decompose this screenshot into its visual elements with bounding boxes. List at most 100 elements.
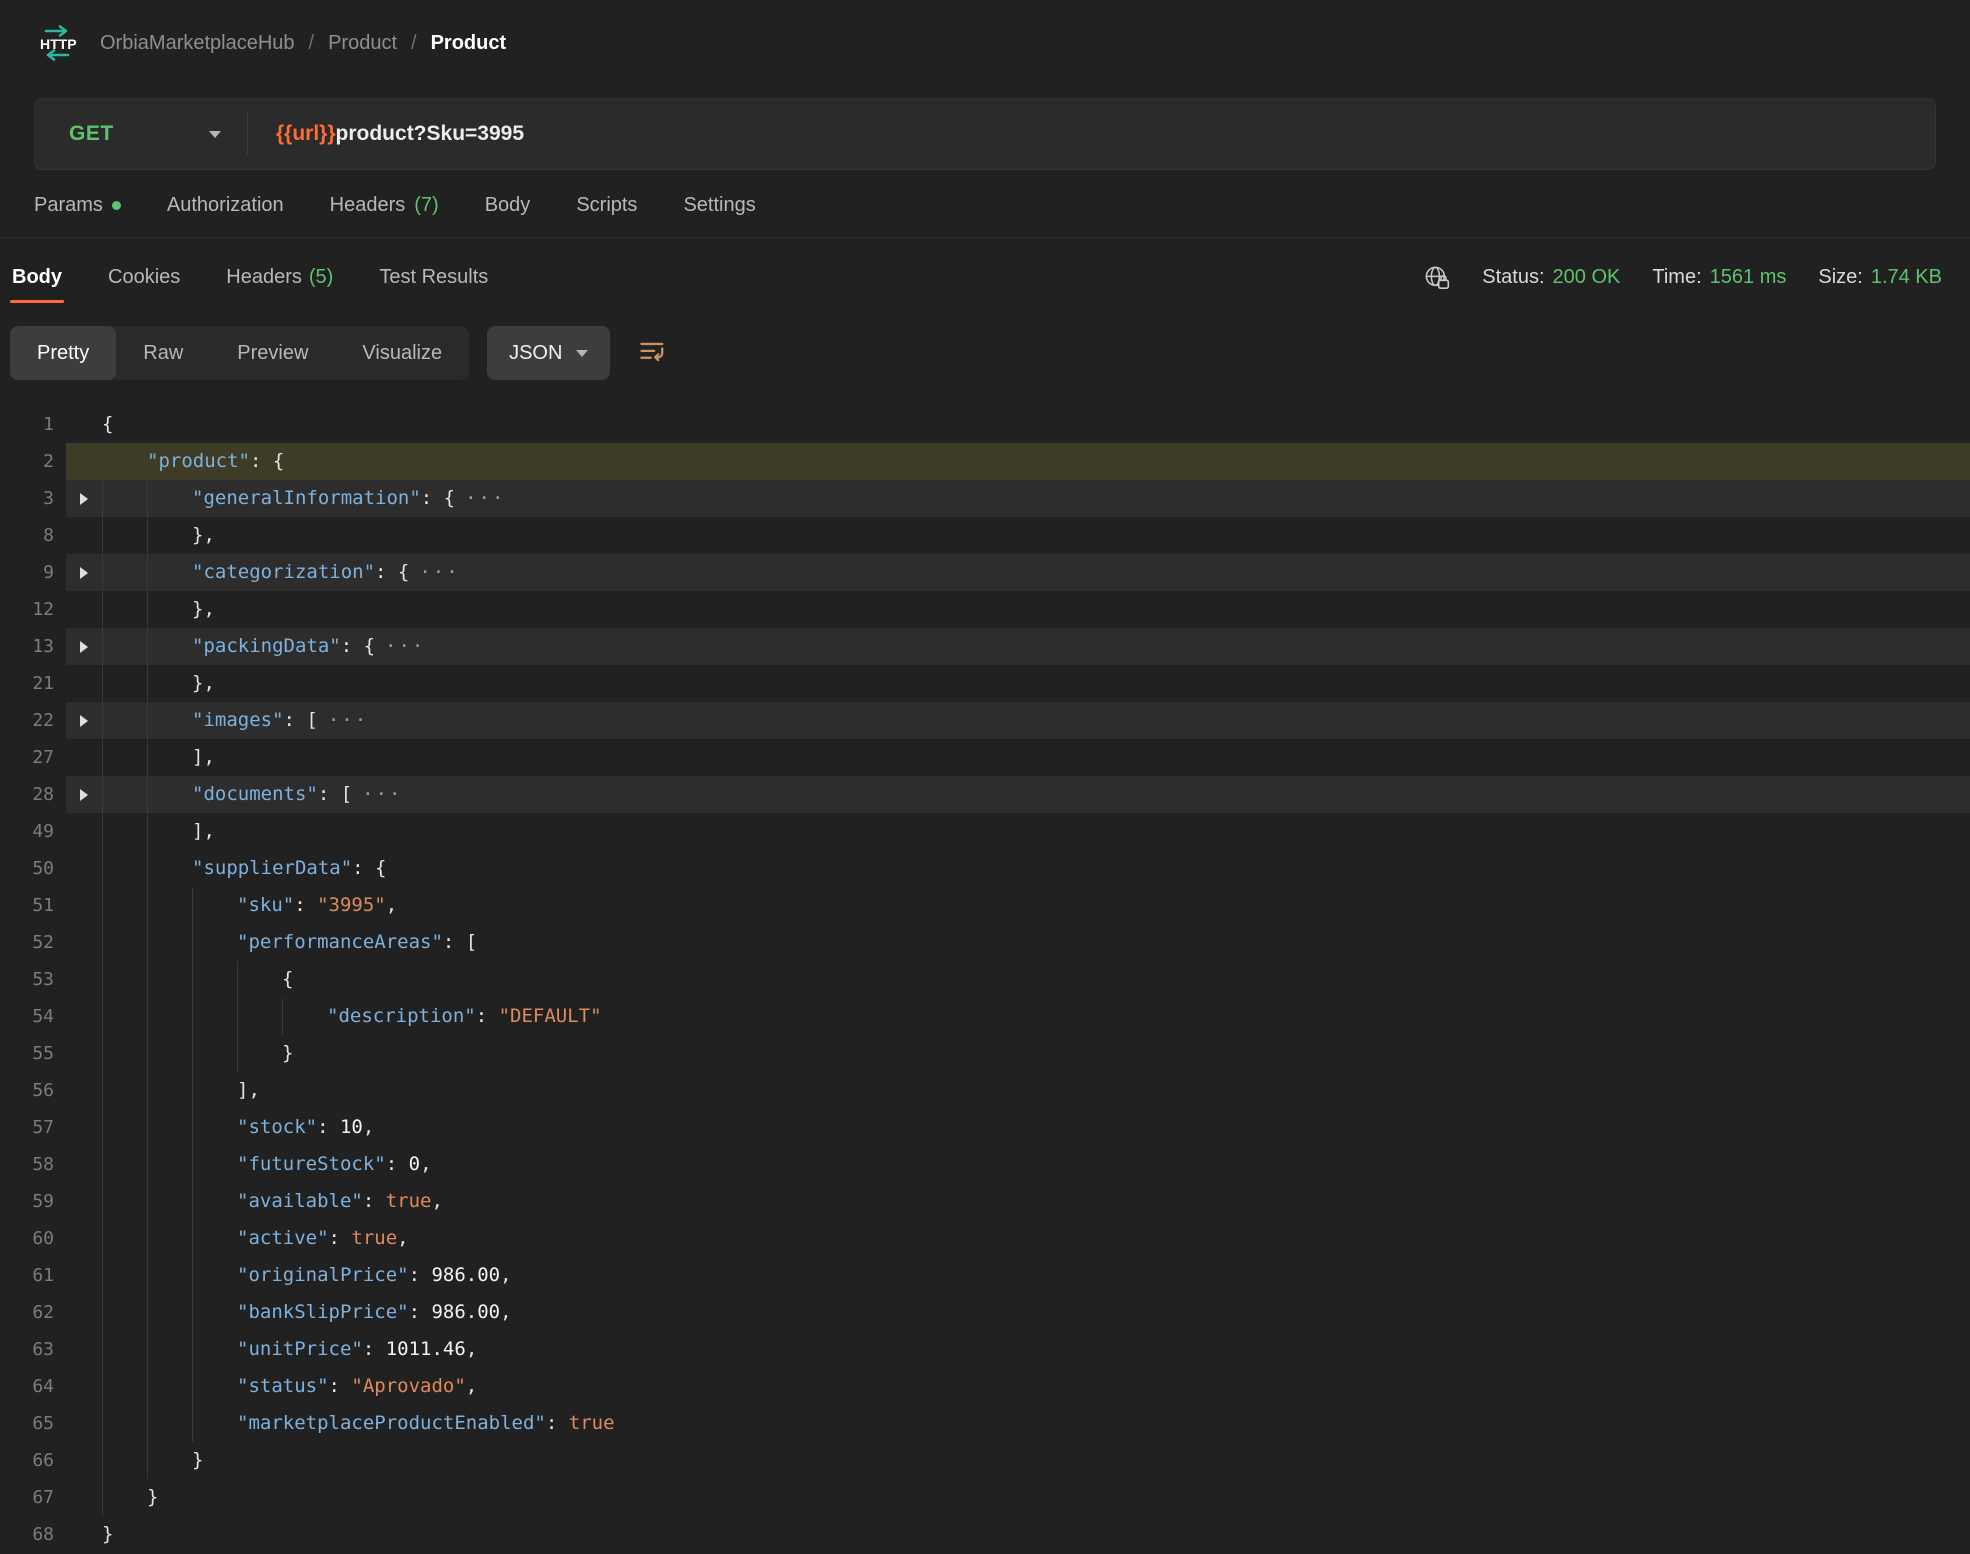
- response-time[interactable]: Time: 1561 ms: [1652, 266, 1786, 289]
- json-token: {: [102, 413, 113, 435]
- view-mode-preview[interactable]: Preview: [210, 326, 335, 380]
- json-token: ,: [466, 1375, 477, 1397]
- indent-guide: [147, 517, 192, 554]
- code-line: 51"sku": "3995",: [0, 887, 1970, 924]
- tab-settings[interactable]: Settings: [683, 194, 755, 217]
- tab-headers[interactable]: Headers (7): [330, 194, 439, 217]
- code-text: "images": [···: [102, 702, 368, 739]
- response-tab-body[interactable]: Body: [10, 248, 64, 307]
- json-token: :: [363, 1338, 386, 1360]
- json-token: ,: [466, 1338, 477, 1360]
- fold-gutter: [66, 1220, 102, 1257]
- indent-guide: [102, 1257, 147, 1294]
- fold-toggle-icon[interactable]: [66, 702, 102, 739]
- line-number: 60: [0, 1220, 66, 1257]
- indent-guide: [192, 1035, 237, 1072]
- code-text: "active": true,: [102, 1220, 409, 1257]
- fold-toggle-icon[interactable]: [66, 554, 102, 591]
- indent-guide: [237, 961, 282, 998]
- indent-guide: [147, 591, 192, 628]
- fold-toggle-icon[interactable]: [66, 480, 102, 517]
- url-input[interactable]: {{url}}product?Sku=3995: [248, 122, 1935, 146]
- json-token: "active": [237, 1227, 329, 1249]
- method-selector[interactable]: GET: [35, 122, 247, 146]
- json-token: :: [476, 1005, 499, 1027]
- tab-scripts[interactable]: Scripts: [576, 194, 637, 217]
- code-line: 64"status": "Aprovado",: [0, 1368, 1970, 1405]
- view-mode-pretty[interactable]: Pretty: [10, 326, 116, 380]
- indent-guide: [147, 480, 192, 517]
- tab-headers-count: (7): [414, 194, 438, 217]
- fold-gutter: [66, 1405, 102, 1442]
- response-tab-body-label: Body: [12, 266, 62, 288]
- indent-guide: [102, 1220, 147, 1257]
- breadcrumb-workspace[interactable]: OrbiaMarketplaceHub: [100, 32, 295, 55]
- breadcrumb: OrbiaMarketplaceHub / Product / Product: [100, 32, 506, 55]
- response-tab-headers[interactable]: Headers(5): [224, 248, 335, 307]
- fold-toggle-icon[interactable]: [66, 776, 102, 813]
- collapsed-ellipsis[interactable]: ···: [328, 709, 368, 731]
- size-value: 1.74 KB: [1871, 266, 1942, 289]
- line-number: 13: [0, 628, 66, 665]
- language-selector[interactable]: JSON: [487, 326, 610, 380]
- fold-gutter: [66, 1479, 102, 1516]
- indent-guide: [192, 1109, 237, 1146]
- collapsed-ellipsis[interactable]: ···: [362, 783, 402, 805]
- code-text: "futureStock": 0,: [102, 1146, 432, 1183]
- line-number: 12: [0, 591, 66, 628]
- tab-body-label: Body: [485, 194, 531, 217]
- indent-guide: [192, 1183, 237, 1220]
- line-number: 27: [0, 739, 66, 776]
- collapsed-ellipsis[interactable]: ···: [465, 487, 505, 509]
- indent-guide: [102, 517, 147, 554]
- breadcrumb-folder[interactable]: Product: [328, 32, 397, 55]
- code-text: "documents": [···: [102, 776, 403, 813]
- response-tab-test-results[interactable]: Test Results: [377, 248, 490, 307]
- view-mode-visualize[interactable]: Visualize: [335, 326, 469, 380]
- fold-gutter: [66, 443, 102, 480]
- view-mode-raw[interactable]: Raw: [116, 326, 210, 380]
- json-token: "packingData": [192, 635, 341, 657]
- response-size[interactable]: Size: 1.74 KB: [1818, 266, 1942, 289]
- tab-params[interactable]: Params: [34, 194, 121, 217]
- json-token: 1011.46: [386, 1338, 466, 1360]
- code-line: 2"product": {: [0, 443, 1970, 480]
- indent-guide: [192, 1072, 237, 1109]
- code-text: "marketplaceProductEnabled": true: [102, 1405, 615, 1442]
- json-token: "marketplaceProductEnabled": [237, 1412, 546, 1434]
- code-line: 21},: [0, 665, 1970, 702]
- response-status[interactable]: Status: 200 OK: [1482, 266, 1620, 289]
- response-tab-cookies[interactable]: Cookies: [106, 248, 182, 307]
- code-line: 55}: [0, 1035, 1970, 1072]
- status-value: 200 OK: [1553, 266, 1621, 289]
- line-number: 1: [0, 406, 66, 443]
- code-line: 13"packingData": {···: [0, 628, 1970, 665]
- json-token: ,: [420, 1153, 431, 1175]
- json-token: "Aprovado": [351, 1375, 465, 1397]
- code-line: 9"categorization": {···: [0, 554, 1970, 591]
- wrap-text-icon[interactable]: [634, 334, 672, 373]
- indent-guide: [102, 702, 147, 739]
- indent-guide: [147, 813, 192, 850]
- fold-gutter: [66, 1183, 102, 1220]
- indent-guide: [147, 1220, 192, 1257]
- globe-lock-icon[interactable]: [1423, 264, 1450, 291]
- line-number: 55: [0, 1035, 66, 1072]
- code-text: {: [102, 961, 293, 998]
- tab-body[interactable]: Body: [485, 194, 531, 217]
- indent-guide: [102, 554, 147, 591]
- line-number: 3: [0, 480, 66, 517]
- chevron-down-icon: [209, 131, 221, 138]
- code-text: "description": "DEFAULT": [102, 998, 602, 1035]
- tab-authorization[interactable]: Authorization: [167, 194, 284, 217]
- collapsed-ellipsis[interactable]: ···: [419, 561, 459, 583]
- indent-guide: [192, 924, 237, 961]
- fold-toggle-icon[interactable]: [66, 628, 102, 665]
- indent-guide: [282, 998, 327, 1035]
- time-label: Time:: [1652, 266, 1701, 289]
- line-number: 21: [0, 665, 66, 702]
- response-tab-test-results-label: Test Results: [379, 266, 488, 288]
- indent-guide: [102, 961, 147, 998]
- json-token: "images": [192, 709, 284, 731]
- collapsed-ellipsis[interactable]: ···: [385, 635, 425, 657]
